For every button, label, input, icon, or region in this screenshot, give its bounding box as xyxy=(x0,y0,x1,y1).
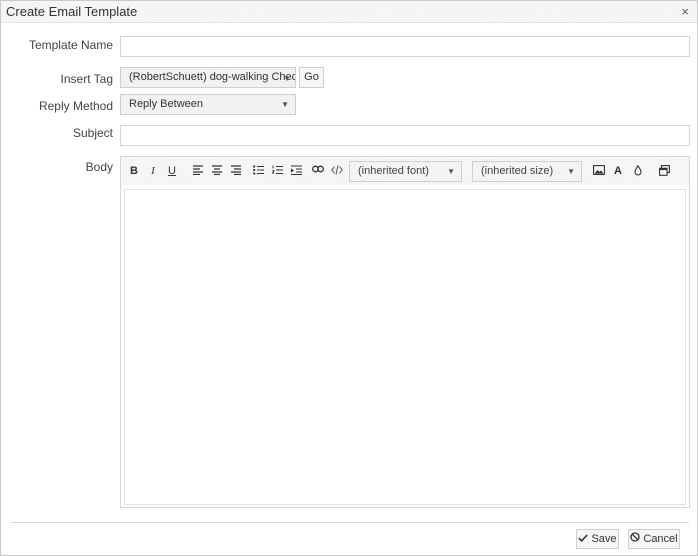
save-button[interactable]: Save xyxy=(576,529,619,549)
indent-icon[interactable] xyxy=(288,163,304,179)
image-icon[interactable] xyxy=(591,163,607,179)
template-name-input[interactable] xyxy=(120,36,690,57)
save-button-label: Save xyxy=(591,533,617,545)
font-family-select[interactable]: (inherited font) ▼ xyxy=(349,161,462,182)
link-icon[interactable] xyxy=(310,163,326,179)
chevron-down-icon: ▼ xyxy=(447,167,455,176)
bullet-list-icon[interactable] xyxy=(250,163,266,179)
insert-tag-select[interactable]: (RobertSchuett) dog-walking Checkbox ▼ xyxy=(120,67,296,88)
checkmark-icon xyxy=(578,530,589,548)
insert-tag-label: Insert Tag xyxy=(60,72,113,86)
body-editor: B I U (inherited font) ▼ (inherited size… xyxy=(120,156,690,508)
bold-icon[interactable]: B xyxy=(126,163,142,179)
cancel-button-label: Cancel xyxy=(643,533,678,545)
align-center-icon[interactable] xyxy=(209,163,225,179)
underline-icon[interactable]: U xyxy=(164,163,180,179)
align-right-icon[interactable] xyxy=(228,163,244,179)
chevron-down-icon: ▼ xyxy=(283,74,291,83)
body-label: Body xyxy=(85,160,113,174)
subject-input[interactable] xyxy=(120,125,690,146)
body-edit-area[interactable] xyxy=(124,189,686,505)
numbered-list-icon[interactable] xyxy=(269,163,285,179)
insert-tag-selected-value: (RobertSchuett) dog-walking Checkbox xyxy=(129,71,296,83)
go-button[interactable]: Go xyxy=(299,67,324,88)
dialog-titlebar: Create Email Template × xyxy=(1,1,697,23)
reply-method-selected-value: Reply Between xyxy=(129,98,203,110)
highlight-icon[interactable] xyxy=(630,163,646,179)
editor-toolbar: B I U (inherited font) ▼ (inherited size… xyxy=(121,157,689,185)
font-size-select[interactable]: (inherited size) ▼ xyxy=(472,161,582,182)
dialog-title: Create Email Template xyxy=(6,4,138,19)
font-size-value: (inherited size) xyxy=(481,165,554,177)
subject-label: Subject xyxy=(72,126,113,140)
code-icon[interactable] xyxy=(329,163,345,179)
align-left-icon[interactable] xyxy=(190,163,206,179)
source-view-icon[interactable] xyxy=(656,163,672,179)
template-name-label: Template Name xyxy=(28,38,113,52)
footer-divider xyxy=(11,522,689,523)
close-icon[interactable]: × xyxy=(681,4,689,20)
italic-icon[interactable]: I xyxy=(145,163,161,179)
create-email-template-dialog: Create Email Template × Template Name In… xyxy=(0,0,698,556)
reply-method-select[interactable]: Reply Between ▼ xyxy=(120,94,296,115)
font-family-value: (inherited font) xyxy=(358,165,429,177)
cancel-button[interactable]: Cancel xyxy=(628,529,680,549)
font-color-icon[interactable]: A xyxy=(610,163,626,179)
reply-method-label: Reply Method xyxy=(38,99,113,113)
chevron-down-icon: ▼ xyxy=(281,100,289,109)
chevron-down-icon: ▼ xyxy=(567,167,575,176)
ban-icon xyxy=(630,530,641,548)
